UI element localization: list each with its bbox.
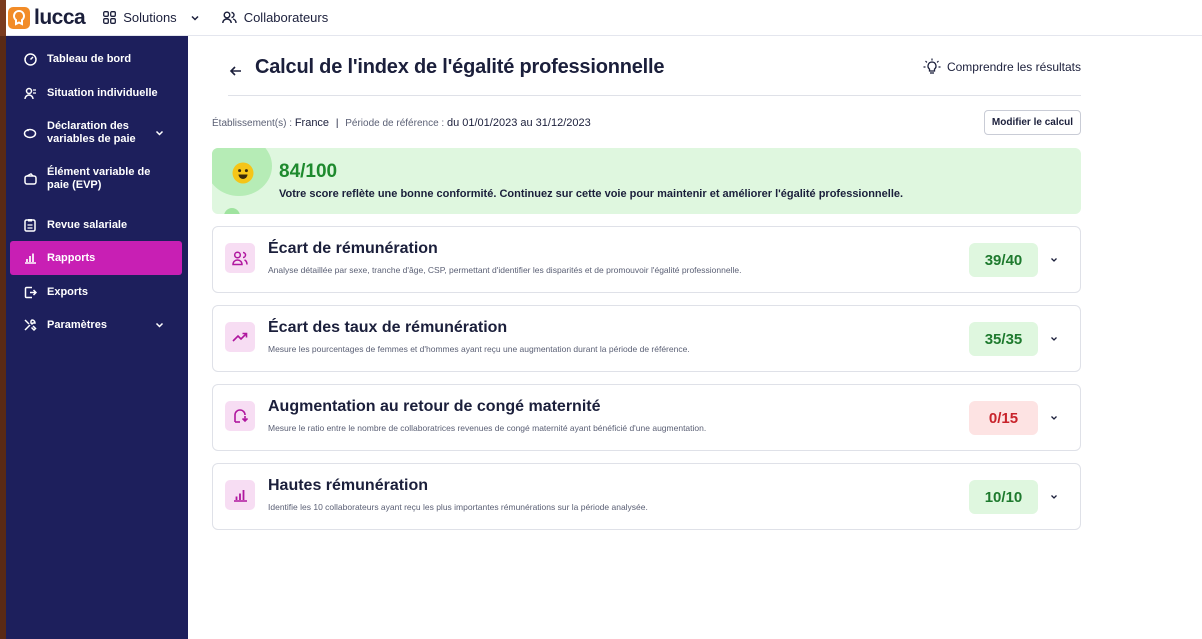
solutions-menu[interactable]: Solutions <box>103 10 199 25</box>
smiley-icon <box>232 162 254 184</box>
decorative-blob <box>224 208 240 214</box>
score-message: Votre score reflète une bonne conformité… <box>279 188 904 200</box>
page-title: Calcul de l'index de l'égalité professio… <box>255 56 665 78</box>
window-edge <box>0 0 6 36</box>
sidebar-item-parametres[interactable]: Paramètres <box>10 316 182 334</box>
card-description: Analyse détaillée par sexe, tranche d'âg… <box>268 265 742 275</box>
card-score-badge: 39/40 <box>969 243 1038 277</box>
sidebar-item-label: Élément variable de paie (EVP) <box>47 166 151 191</box>
score-banner: 84/100 Votre score reflète une bonne con… <box>212 148 1081 214</box>
card-title: Écart de rémunération <box>268 240 438 257</box>
sidebar-item-label: Tableau de bord <box>47 52 132 65</box>
export-icon <box>22 286 38 299</box>
sidebar-item-label: Exports <box>47 285 88 298</box>
users-compare-icon <box>225 243 255 273</box>
sidebar-item-label: Rapports <box>47 251 96 264</box>
collaborateurs-link[interactable]: Collaborateurs <box>221 10 329 25</box>
modify-calculation-button[interactable]: Modifier le calcul <box>984 110 1081 135</box>
sidebar-item-declaration-variables[interactable]: Déclaration des variables de paie <box>10 118 182 148</box>
top-bar: lucca Solutions Collaborateurs <box>0 0 1202 36</box>
main-content: Calcul de l'index de l'égalité professio… <box>188 36 1202 639</box>
chevron-down-icon <box>191 15 199 21</box>
card-title: Écart des taux de rémunération <box>268 319 508 336</box>
bar-chart-icon <box>22 252 38 264</box>
card-description: Mesure le ratio entre le nombre de colla… <box>268 423 707 433</box>
collaborateurs-label: Collaborateurs <box>243 10 329 25</box>
chevron-down-icon[interactable] <box>1049 334 1059 344</box>
sidebar-item-exports[interactable]: Exports <box>10 283 182 301</box>
users-icon <box>221 11 237 24</box>
person-icon <box>22 87 38 100</box>
chevron-down-icon <box>155 130 164 136</box>
understand-results-link[interactable]: Comprendre les résultats <box>923 58 1081 76</box>
sidebar-item-label: Situation individuelle <box>47 86 158 99</box>
card-score-badge: 10/10 <box>969 480 1038 514</box>
trending-up-icon <box>225 322 255 352</box>
top-nav: Solutions Collaborateurs <box>103 10 350 25</box>
chevron-down-icon <box>155 322 164 328</box>
chevron-down-icon[interactable] <box>1049 255 1059 265</box>
lucca-logo-icon <box>8 6 30 29</box>
window-edge <box>0 36 6 639</box>
context-line: Établissement(s) : France | Période de r… <box>212 117 591 129</box>
sidebar-item-label: Paramètres <box>47 318 107 331</box>
piggy-bank-icon <box>22 127 38 139</box>
sidebar-item-tableau-de-bord[interactable]: Tableau de bord <box>10 50 182 68</box>
grid-icon <box>103 11 117 24</box>
sidebar-item-rapports[interactable]: Rapports <box>10 241 182 275</box>
clipboard-icon <box>22 218 38 232</box>
return-icon <box>225 401 255 431</box>
tools-icon <box>22 318 38 332</box>
card-title: Hautes rémunération <box>268 477 429 494</box>
sidebar-item-evp[interactable]: Élément variable de paie (EVP) <box>10 164 182 194</box>
card-score-badge: 0/15 <box>969 401 1038 435</box>
solutions-label: Solutions <box>123 10 177 25</box>
total-score: 84/100 <box>279 161 338 182</box>
lightbulb-icon <box>923 58 941 74</box>
card-title: Augmentation au retour de congé maternit… <box>268 398 601 415</box>
page-header: Calcul de l'index de l'égalité professio… <box>228 52 1081 96</box>
bar-chart-icon <box>225 480 255 510</box>
sidebar: Tableau de bord Situation individuelle D… <box>0 36 188 639</box>
card-score-badge: 35/35 <box>969 322 1038 356</box>
understand-label: Comprendre les résultats <box>946 60 1081 74</box>
indicator-card-ecart-remuneration[interactable]: Écart de rémunération Analyse détaillée … <box>212 226 1081 293</box>
lucca-logo[interactable]: lucca <box>8 5 86 30</box>
dashboard-icon <box>22 52 38 66</box>
period-label: Période de référence : <box>345 118 445 129</box>
establishment-label: Établissement(s) : <box>212 118 293 129</box>
chevron-down-icon[interactable] <box>1049 492 1059 502</box>
period-value: du 01/01/2023 au 31/12/2023 <box>446 117 591 129</box>
sidebar-item-revue-salariale[interactable]: Revue salariale <box>10 216 182 234</box>
sidebar-item-label: Déclaration des variables de paie <box>47 120 136 145</box>
establishment-value: France <box>294 117 330 129</box>
separator: | <box>335 118 339 129</box>
back-arrow-icon[interactable] <box>228 63 244 79</box>
chevron-down-icon[interactable] <box>1049 413 1059 423</box>
card-description: Mesure les pourcentages de femmes et d'h… <box>268 344 690 354</box>
logo-text: lucca <box>34 5 86 29</box>
sidebar-item-label: Revue salariale <box>47 218 128 231</box>
indicator-card-ecart-taux[interactable]: Écart des taux de rémunération Mesure le… <box>212 305 1081 372</box>
indicator-card-conge-maternite[interactable]: Augmentation au retour de congé maternit… <box>212 384 1081 451</box>
indicator-card-hautes-remunerations[interactable]: Hautes rémunération Identifie les 10 col… <box>212 463 1081 530</box>
wallet-icon <box>22 173 38 185</box>
card-description: Identifie les 10 collaborateurs ayant re… <box>268 502 648 512</box>
sidebar-item-situation-individuelle[interactable]: Situation individuelle <box>10 84 182 102</box>
